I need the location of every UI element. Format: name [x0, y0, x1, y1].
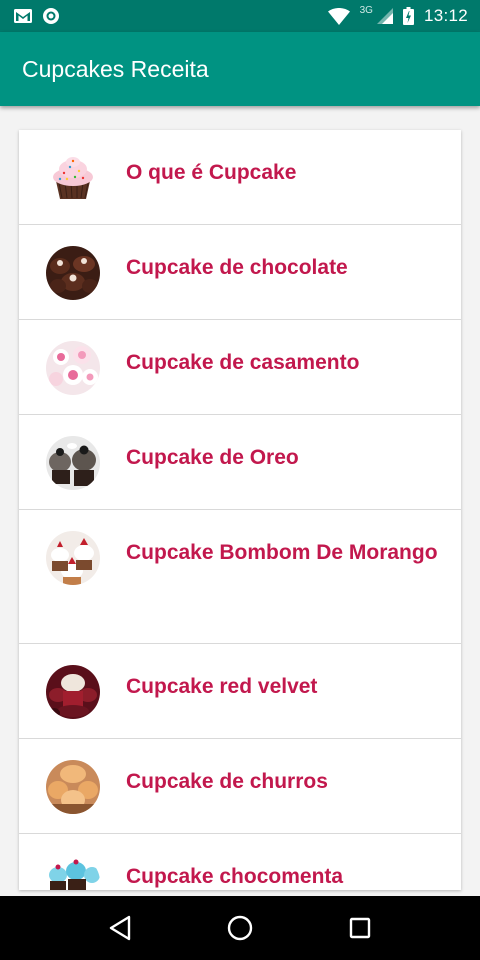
recents-square-icon	[349, 917, 371, 939]
battery-icon	[402, 7, 414, 25]
gmail-icon	[14, 9, 32, 23]
app-bar: Cupcakes Receita	[0, 32, 480, 106]
red-velvet-cupcakes-thumb	[46, 665, 100, 719]
content-area[interactable]: O que é Cupcake Cupcake de chocolate Cup…	[0, 106, 480, 896]
home-button[interactable]	[220, 908, 260, 948]
list-item[interactable]: Cupcake de casamento	[19, 320, 461, 415]
signal-icon	[376, 8, 393, 24]
list-item[interactable]: Cupcake chocomenta	[19, 834, 461, 890]
app-notification-icon	[42, 7, 60, 25]
recipe-list[interactable]: O que é Cupcake Cupcake de chocolate Cup…	[19, 130, 461, 890]
status-bar: 3G 13:12	[0, 0, 480, 32]
list-item[interactable]: O que é Cupcake	[19, 130, 461, 225]
oreo-cupcakes-thumb	[46, 436, 100, 490]
list-item[interactable]: Cupcake Bombom De Morango	[19, 510, 461, 644]
clock: 13:12	[423, 6, 468, 25]
page-title: Cupcakes Receita	[22, 55, 209, 82]
wedding-cupcakes-thumb	[46, 341, 100, 395]
wifi-icon	[327, 7, 350, 25]
navigation-bar	[0, 896, 480, 960]
chocolate-cupcakes-thumb	[46, 246, 100, 300]
churros-cupcakes-thumb	[46, 760, 100, 814]
list-item[interactable]: Cupcake de Oreo	[19, 415, 461, 510]
status-bar-notifications	[14, 7, 60, 25]
recents-button[interactable]	[340, 908, 380, 948]
back-triangle-icon	[109, 915, 131, 941]
list-item[interactable]: Cupcake de churros	[19, 739, 461, 834]
back-button[interactable]	[100, 908, 140, 948]
list-item[interactable]: Cupcake de chocolate	[19, 225, 461, 320]
cupcake-sprinkles-thumb	[46, 151, 100, 205]
status-bar-system: 3G 13:12	[327, 4, 468, 26]
list-item[interactable]: Cupcake red velvet	[19, 644, 461, 739]
home-circle-icon	[227, 915, 253, 941]
network-type: 3G	[359, 4, 373, 16]
strawberry-bonbon-cupcakes-thumb	[46, 531, 100, 585]
